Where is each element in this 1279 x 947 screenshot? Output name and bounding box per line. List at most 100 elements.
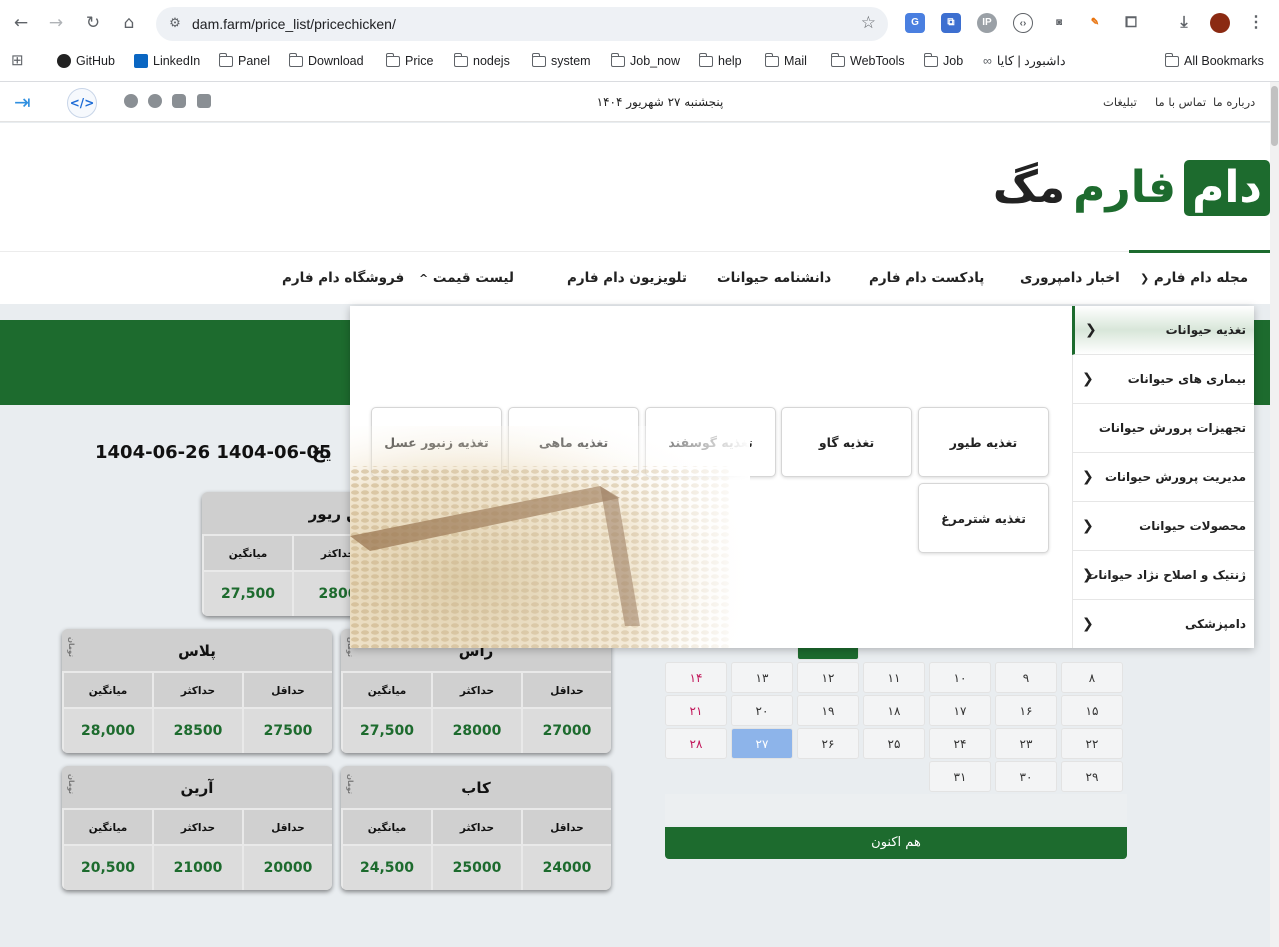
reload-icon[interactable]: ↻ xyxy=(81,11,105,35)
category-animal-diseases[interactable]: بیماری های حیوانات ❮︎ xyxy=(1072,355,1254,404)
page-scrollbar[interactable] xyxy=(1270,82,1279,947)
calendar-day[interactable]: ۲۴ xyxy=(929,728,991,759)
calendar-day[interactable]: ۳۰ xyxy=(995,761,1057,792)
calendar-day[interactable]: ۱۸ xyxy=(863,695,925,726)
instagram-icon[interactable] xyxy=(172,94,186,108)
calendar-day[interactable]: ۱۵ xyxy=(1061,695,1123,726)
bookmark-webtools[interactable]: WebTools xyxy=(830,48,905,74)
telegram-icon[interactable] xyxy=(148,94,162,108)
calendar-day[interactable]: ۲۳ xyxy=(995,728,1057,759)
calendar-day[interactable]: ۹ xyxy=(995,662,1057,693)
extension-icon[interactable]: ⧉ xyxy=(941,13,961,33)
calendar-day[interactable]: ۱۹ xyxy=(797,695,859,726)
camera-extension-icon[interactable]: ◙ xyxy=(1049,13,1069,33)
logout-icon[interactable]: ⇥ xyxy=(14,90,38,114)
now-button[interactable]: هم اکنون xyxy=(665,827,1127,859)
price-card-arian: آرین تومان حداقل حداکثر میانگین 20000 21000 2… xyxy=(62,766,332,890)
site-logo[interactable]: دام فارم مگ xyxy=(993,158,1270,218)
bookmark-price[interactable]: Price xyxy=(385,48,433,74)
folder-icon xyxy=(1164,52,1179,67)
category-animal-products[interactable]: محصولات حیوانات ❮︎ xyxy=(1072,502,1254,551)
bookmark-nodejs[interactable]: nodejs xyxy=(453,48,510,74)
nav-tv[interactable]: تلویزیون دام فارم xyxy=(567,252,687,305)
value-avg: 24,500 xyxy=(341,846,431,890)
calendar-day[interactable]: ۲۹ xyxy=(1061,761,1123,792)
header-avg: میانگین xyxy=(341,810,431,846)
code-icon[interactable]: </> xyxy=(67,88,97,118)
submenu-cow-nutrition[interactable]: تغذیه گاو xyxy=(781,407,912,477)
bookmark-system[interactable]: system xyxy=(531,48,591,74)
bookmark-label: nodejs xyxy=(473,54,510,68)
nav-news[interactable]: اخبار دامپروری xyxy=(1020,252,1120,305)
category-breeding-equipment[interactable]: تجهیزات پرورش حیوانات xyxy=(1072,404,1254,453)
nav-shop[interactable]: فروشگاه دام فارم xyxy=(282,252,404,305)
submenu-poultry-nutrition[interactable]: تغذیه طیور xyxy=(918,407,1049,477)
nav-podcast[interactable]: پادکست دام فارم xyxy=(869,252,984,305)
calendar-day[interactable]: ۱۴ xyxy=(665,662,727,693)
nav-price-list[interactable]: ^ لیست قیمت xyxy=(419,252,514,305)
bookmark-download[interactable]: Download xyxy=(288,48,364,74)
header-max: حداکثر xyxy=(431,673,521,709)
bookmark-github[interactable]: GitHub xyxy=(57,48,115,74)
translate-extension-icon[interactable]: G xyxy=(905,13,925,33)
calendar-day-today[interactable]: ۲۷ xyxy=(731,728,793,759)
calendar-day[interactable]: ۱۷ xyxy=(929,695,991,726)
calendar-day[interactable]: ۲۵ xyxy=(863,728,925,759)
calendar-day[interactable]: ۲۱ xyxy=(665,695,727,726)
back-icon[interactable]: ← xyxy=(9,11,33,35)
apps-grid-icon[interactable]: ⊞ xyxy=(11,48,24,74)
calendar-day[interactable]: ۱۶ xyxy=(995,695,1057,726)
calendar-day[interactable]: ۲۰ xyxy=(731,695,793,726)
category-veterinary[interactable]: دامپزشکی ❮︎ xyxy=(1072,600,1254,649)
chevron-up-icon: ^ xyxy=(419,272,429,285)
download-icon[interactable]: ⤓ xyxy=(1174,13,1194,33)
home-icon[interactable]: ⌂ xyxy=(117,11,141,35)
whatsapp-icon[interactable] xyxy=(124,94,138,108)
calendar-day[interactable]: ۲۲ xyxy=(1061,728,1123,759)
category-label: تجهیزات پرورش حیوانات xyxy=(1098,421,1246,435)
site-header: دام فارم مگ xyxy=(0,123,1270,251)
extensions-puzzle-icon[interactable]: ⧠ xyxy=(1121,13,1141,33)
nav-encyclopedia[interactable]: دانشنامه حیوانات xyxy=(717,252,831,305)
value-min: 27000 xyxy=(521,709,611,753)
value-max: 28500 xyxy=(152,709,242,753)
bookmark-linkedin[interactable]: LinkedIn xyxy=(134,48,200,74)
category-animal-nutrition[interactable]: تغذیه حیوانات ❮︎ xyxy=(1072,306,1254,355)
calendar-day[interactable]: ۲۶ xyxy=(797,728,859,759)
bookmark-panel[interactable]: Panel xyxy=(218,48,270,74)
bookmark-label: Job xyxy=(943,54,964,68)
site-info-icon[interactable]: ⚙ xyxy=(166,15,184,33)
browser-menu-icon[interactable]: ⋮ xyxy=(1246,13,1266,33)
extension-icon[interactable]: ‹› xyxy=(1013,13,1033,33)
calendar-day[interactable]: ۱۱ xyxy=(863,662,925,693)
calendar-day[interactable]: ۸ xyxy=(1061,662,1123,693)
calendar-day[interactable]: ۳۱ xyxy=(929,761,991,792)
scrollbar-thumb[interactable] xyxy=(1271,86,1278,146)
contact-link[interactable]: تماس با ما xyxy=(1155,82,1206,122)
about-link[interactable]: درباره ما xyxy=(1213,82,1255,122)
header-max: حداکثر xyxy=(152,810,242,846)
ip-extension-icon[interactable]: IP xyxy=(977,13,997,33)
address-bar[interactable]: ⚙ dam.farm/price_list/pricechicken/ ☆ xyxy=(156,7,888,41)
nav-magazine[interactable]: ❯︎ مجله دام فارم xyxy=(1140,252,1248,305)
twitter-icon[interactable] xyxy=(197,94,211,108)
bookmark-mail[interactable]: Mail xyxy=(764,48,807,74)
profile-avatar[interactable] xyxy=(1210,13,1230,33)
category-breeding-management[interactable]: مدیریت پرورش حیوانات ❮︎ xyxy=(1072,453,1254,502)
bookmark-help[interactable]: help xyxy=(698,48,742,74)
calendar-day[interactable]: ۱۰ xyxy=(929,662,991,693)
bookmark-all-bookmarks[interactable]: All Bookmarks xyxy=(1164,48,1264,74)
forward-icon[interactable]: → xyxy=(44,11,68,35)
calendar-day[interactable]: ۱۳ xyxy=(731,662,793,693)
submenu-ostrich-nutrition[interactable]: تغذیه شترمرغ xyxy=(918,483,1049,553)
calendar-day[interactable]: ۲۸ xyxy=(665,728,727,759)
category-genetics[interactable]: ژنتیک و اصلاح نژاد حیوانات ❮︎ xyxy=(1072,551,1254,600)
ads-link[interactable]: تبلیغات xyxy=(1103,82,1137,122)
bookmark-kaya-dashboard[interactable]: ∞ داشبورد | کایا xyxy=(983,48,1066,74)
calendar-day[interactable]: ۱۲ xyxy=(797,662,859,693)
bookmark-job-now[interactable]: Job_now xyxy=(610,48,680,74)
bookmark-job[interactable]: Job xyxy=(923,48,964,74)
bookmark-label: help xyxy=(718,54,742,68)
bookmark-star-icon[interactable]: ☆ xyxy=(861,13,876,33)
color-picker-extension-icon[interactable]: ✎ xyxy=(1085,13,1105,33)
